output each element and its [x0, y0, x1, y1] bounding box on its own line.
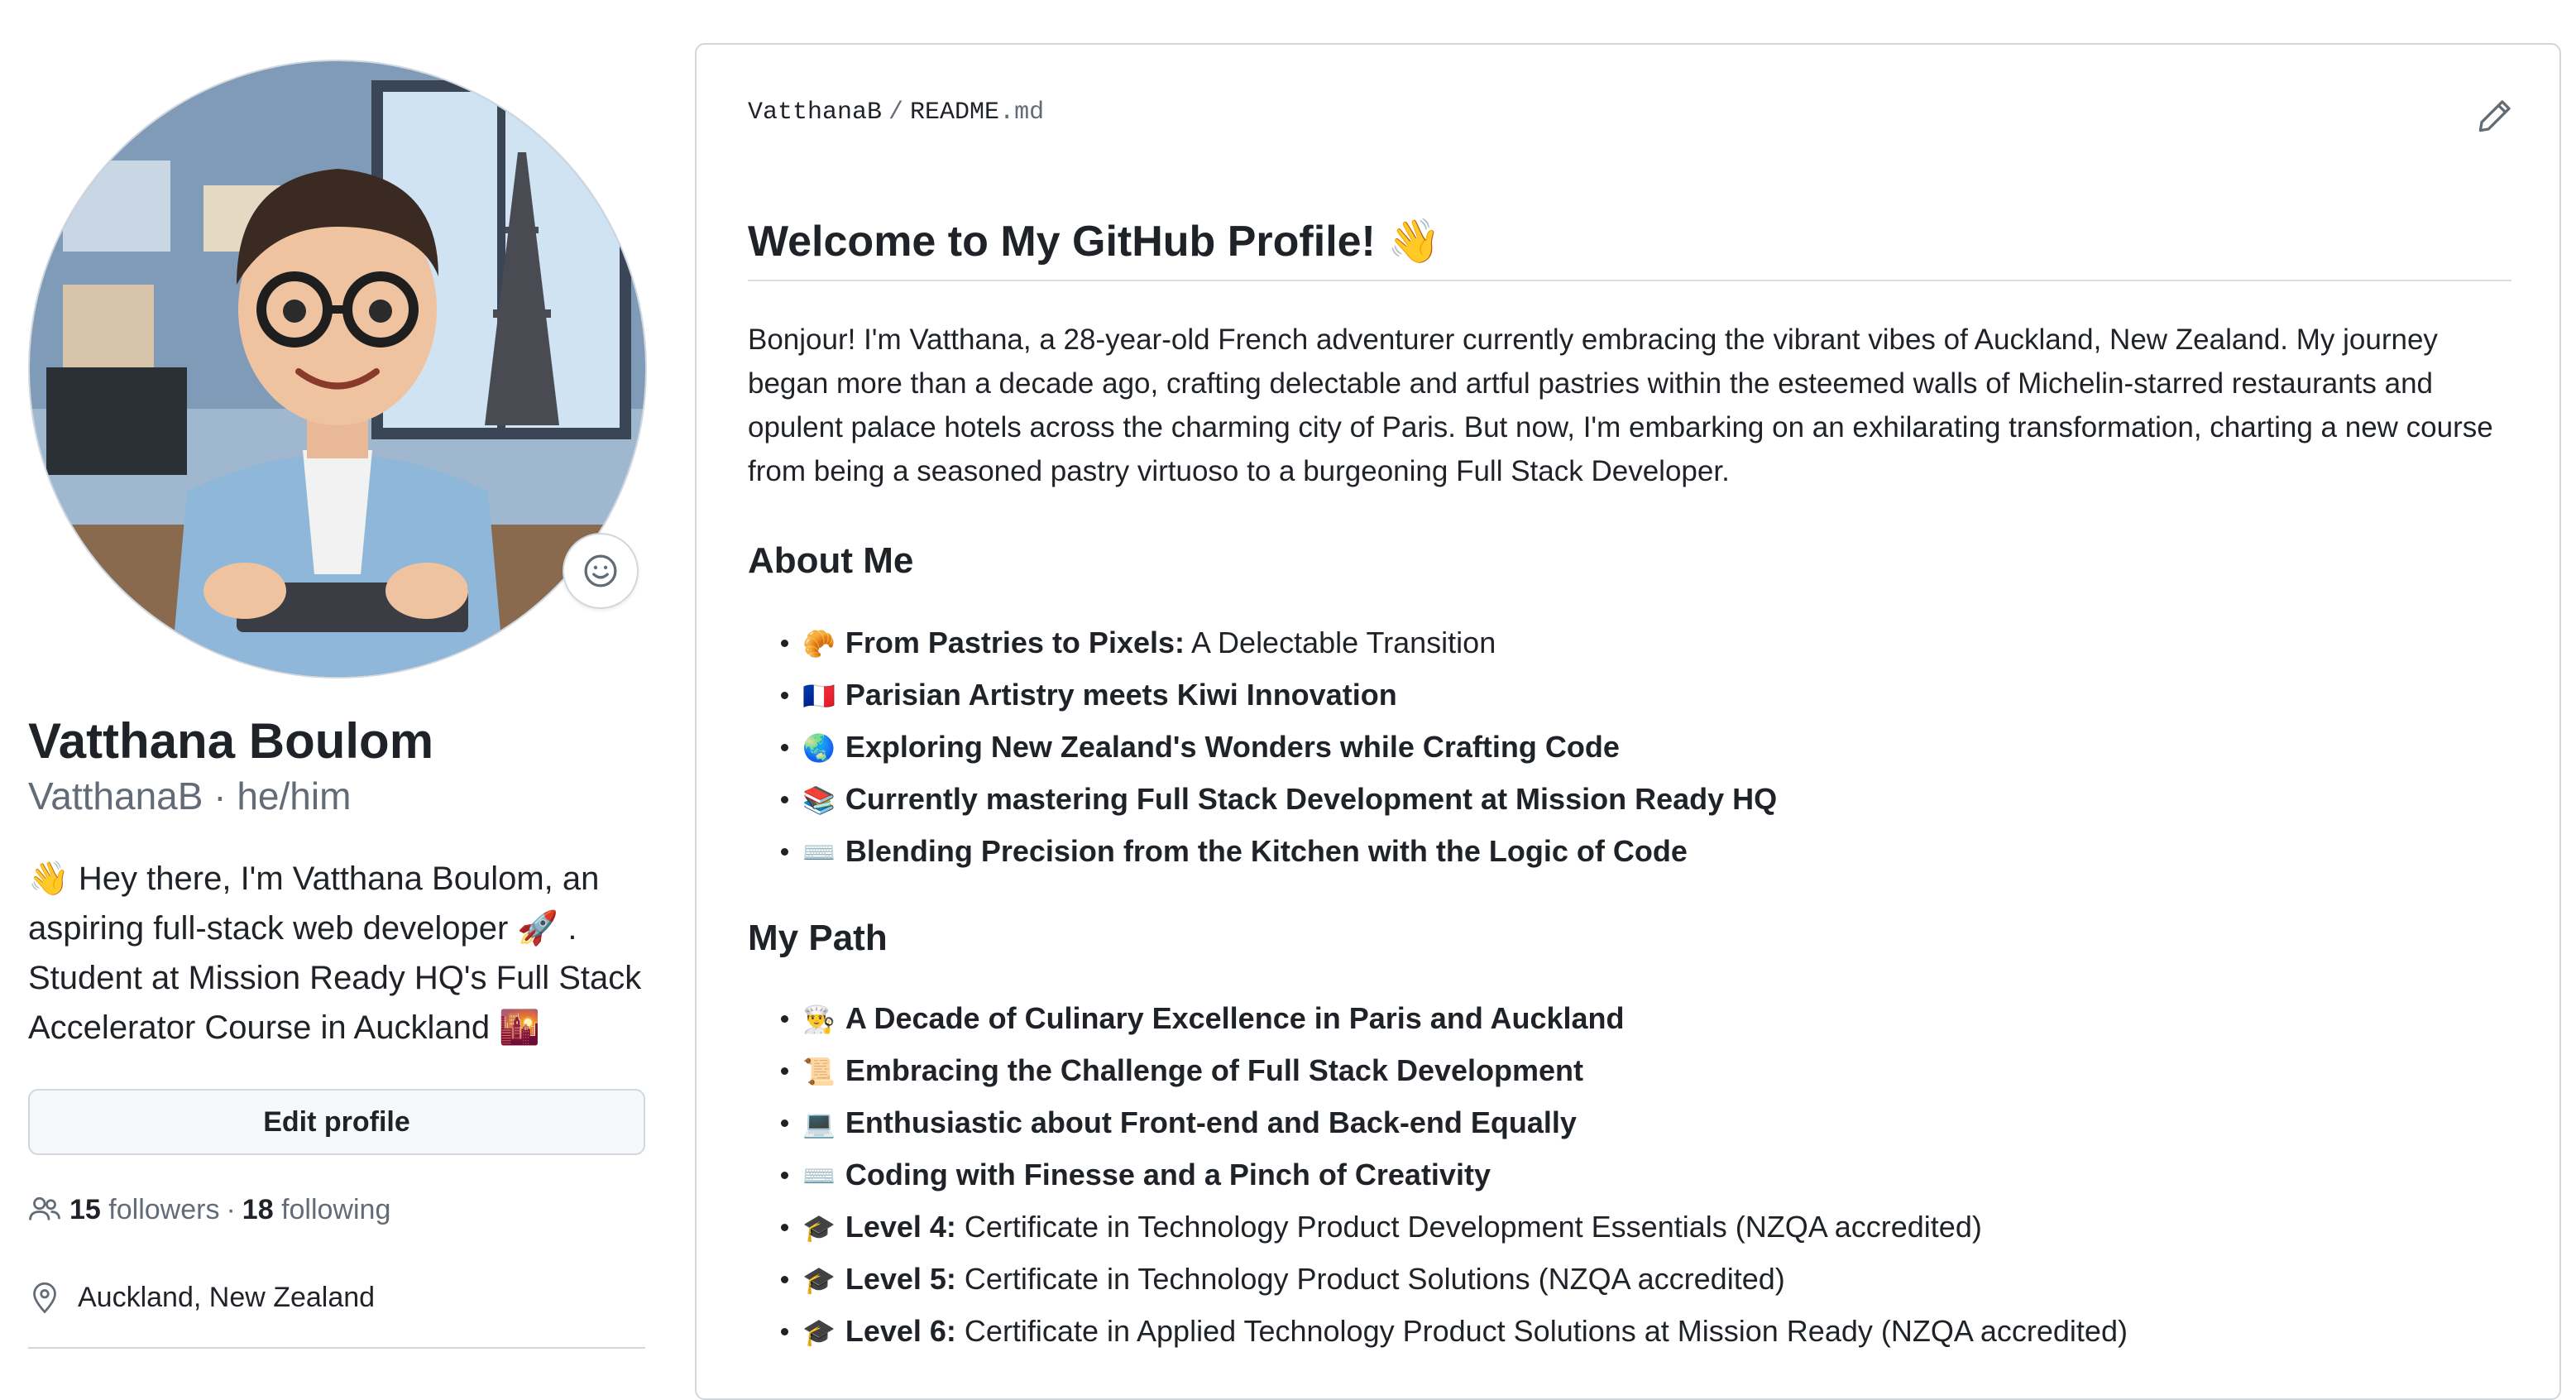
list-item-bold-text: Level 5: — [845, 1262, 956, 1296]
set-status-button[interactable] — [563, 533, 639, 609]
location-pin-icon — [33, 1282, 56, 1314]
list-item-emoji: 📚 — [802, 785, 836, 815]
list-item-emoji: 🎓 — [802, 1213, 836, 1243]
followers-count: 15 — [69, 1194, 101, 1225]
list-item-emoji: 💻 — [802, 1109, 836, 1139]
list-item: 🎓 Level 5: Certificate in Technology Prod… — [748, 1254, 2128, 1306]
list-item: ⌨️ Blending Precision from the Kitchen wi… — [748, 826, 1777, 878]
list-item-bold-text: Enthusiastic about Front-end and Back-en… — [845, 1105, 1577, 1139]
about-heading: About Me — [748, 540, 914, 581]
list-item-emoji: 📜 — [802, 1057, 836, 1086]
list-item: 📜 Embracing the Challenge of Full Stack D… — [748, 1045, 2128, 1097]
readme-owner-link[interactable]: VatthanaB — [748, 98, 882, 127]
profile-full-name: Vatthana Boulom — [28, 713, 434, 769]
follow-separator: · — [226, 1194, 236, 1225]
profile-readme-card: VatthanaB / README.md Welcome to My GitHub… — [695, 43, 2561, 1400]
followers-link[interactable]: 15 followers — [69, 1188, 219, 1231]
list-item-bold-text: Embracing the Challenge of Full Stack De… — [845, 1053, 1584, 1087]
profile-username-line: VatthanaB · he/him — [28, 770, 351, 822]
avatar-container — [28, 60, 647, 678]
list-item-text: A Delectable Transition — [1185, 626, 1496, 659]
profile-bio: 👋 Hey there, I'm Vatthana Boulom, an asp… — [28, 861, 642, 1046]
list-item-emoji: 🎓 — [802, 1317, 836, 1347]
list-item: 🎓 Level 4: Certificate in Technology Prod… — [748, 1201, 2128, 1254]
list-item-bold-text: Blending Precision from the Kitchen with… — [845, 834, 1688, 868]
follow-stats: 15 followers · 18 following — [28, 1188, 390, 1231]
readme-intro: Bonjour! I'm Vatthana, a 28-year-old Fre… — [748, 324, 2493, 487]
readme-title: Welcome to My GitHub Profile! 👋 — [748, 218, 1442, 266]
location-text: Auckland, New Zealand — [78, 1282, 376, 1313]
list-item-emoji: 🌏 — [802, 733, 836, 763]
list-item-bold-text: Currently mastering Full Stack Developme… — [845, 782, 1778, 816]
list-item: 🎓 Level 6: Certificate in Applied Technol… — [748, 1306, 2128, 1358]
avatar[interactable] — [28, 60, 647, 678]
list-item-emoji: ⌨️ — [802, 1161, 836, 1191]
list-item-bold-text: Parisian Artistry meets Kiwi Innovation — [845, 678, 1397, 712]
smiley-icon — [584, 554, 617, 587]
list-item: 🇫🇷 Parisian Artistry meets Kiwi Innovatio… — [748, 669, 1777, 722]
username-separator: · — [213, 774, 227, 817]
list-item: 📚 Currently mastering Full Stack Developm… — [748, 774, 1777, 826]
path-heading: My Path — [748, 918, 888, 958]
list-item-emoji: ⌨️ — [802, 837, 836, 867]
list-item-bold-text: Exploring New Zealand's Wonders while Cr… — [845, 730, 1620, 764]
path-list: 👨‍🍳 A Decade of Culinary Excellence in Pa… — [748, 993, 2128, 1358]
pencil-icon[interactable] — [2477, 98, 2513, 134]
list-item-emoji: 🇫🇷 — [802, 681, 836, 711]
avatar-illustration — [30, 61, 645, 677]
profile-pronouns: he/him — [237, 774, 352, 817]
list-item: 🥐 From Pastries to Pixels: A Delectable T… — [748, 617, 1777, 669]
title-divider — [748, 280, 2511, 281]
about-list: 🥐 From Pastries to Pixels: A Delectable T… — [748, 617, 1777, 878]
edit-profile-button[interactable]: Edit profile — [28, 1089, 645, 1155]
list-item-bold-text: From Pastries to Pixels: — [845, 626, 1185, 659]
list-item: 💻 Enthusiastic about Front-end and Back-e… — [748, 1097, 2128, 1149]
following-label: following — [281, 1194, 391, 1225]
readme-file-ext: .md — [999, 98, 1045, 127]
following-count: 18 — [242, 1194, 274, 1225]
breadcrumb-separator: / — [888, 98, 904, 127]
list-item-text: Certificate in Technology Product Soluti… — [955, 1262, 1785, 1296]
list-item-text: Certificate in Technology Product Develo… — [955, 1210, 1982, 1244]
list-item-bold-text: Coding with Finesse and a Pinch of Creat… — [845, 1158, 1491, 1191]
profile-location: Auckland, New Zealand — [28, 1276, 375, 1319]
people-icon — [29, 1196, 60, 1220]
list-item-emoji: 👨‍🍳 — [802, 1004, 836, 1034]
list-item: ⌨️ Coding with Finesse and a Pinch of Cre… — [748, 1149, 2128, 1201]
list-item-emoji: 🥐 — [802, 629, 836, 659]
list-item-emoji: 🎓 — [802, 1265, 836, 1295]
following-link[interactable]: 18 following — [242, 1188, 391, 1231]
list-item-text: Certificate in Applied Technology Produc… — [955, 1314, 2128, 1348]
readme-file-base: README — [910, 98, 1000, 127]
list-item: 🌏 Exploring New Zealand's Wonders while C… — [748, 722, 1777, 774]
followers-label: followers — [108, 1194, 220, 1225]
readme-breadcrumb: VatthanaB / README.md — [748, 96, 1044, 129]
list-item: 👨‍🍳 A Decade of Culinary Excellence in Pa… — [748, 993, 2128, 1045]
readme-file-link[interactable]: README.md — [910, 98, 1044, 127]
list-item-bold-text: Level 6: — [845, 1314, 956, 1348]
list-item-bold-text: Level 4: — [845, 1210, 956, 1244]
list-item-bold-text: A Decade of Culinary Excellence in Paris… — [845, 1001, 1625, 1035]
profile-username: VatthanaB — [28, 774, 203, 817]
